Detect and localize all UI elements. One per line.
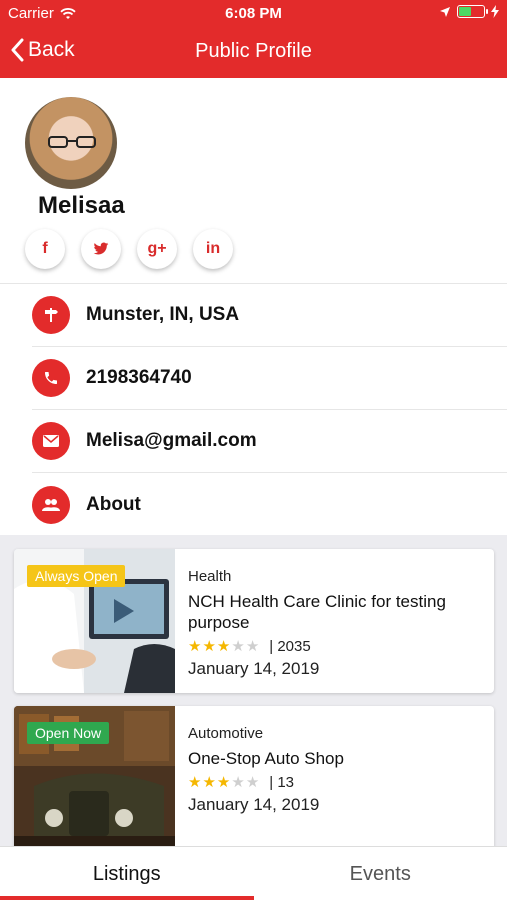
- star-icon: ★: [216, 638, 231, 655]
- contact-info: Munster, IN, USA 2198364740 Melisa@gmail…: [0, 283, 507, 535]
- phone-text: 2198364740: [86, 367, 192, 388]
- review-count: | 2035: [269, 637, 311, 655]
- listing-title: NCH Health Care Clinic for testing purpo…: [188, 592, 446, 632]
- facebook-icon: f: [42, 240, 48, 257]
- charging-icon: [491, 5, 499, 18]
- avatar-glasses: [48, 136, 96, 148]
- listing-card[interactable]: Open Now Automotive One-Stop Auto Shop ★…: [14, 706, 494, 846]
- listing-category: Automotive: [188, 725, 264, 742]
- social-links: f g+ in: [25, 229, 233, 269]
- email-row[interactable]: Melisa@gmail.com: [32, 410, 507, 473]
- star-icon: ★: [188, 638, 202, 655]
- review-count: | 13: [269, 773, 295, 791]
- about-row[interactable]: About: [32, 473, 507, 536]
- listings-list: Always Open Health NCH Health Care Clini…: [0, 535, 507, 846]
- twitter-button[interactable]: [81, 229, 121, 269]
- listing-image: Always Open: [14, 549, 175, 693]
- listing-category: Health: [188, 568, 232, 585]
- listing-title: One-Stop Auto Shop: [188, 749, 344, 768]
- location-arrow-icon: [440, 6, 450, 17]
- listing-rating-row: ★ ★ ★ ★ ★ | 2035: [188, 637, 484, 656]
- profile-name: Melisaa: [38, 192, 125, 219]
- listing-body: Health NCH Health Care Clinic for testin…: [188, 568, 484, 679]
- app-header: Carrier 6:08 PM Back Public Profile: [0, 0, 507, 78]
- phone-icon: [32, 359, 70, 397]
- listing-date: January 14, 2019: [188, 659, 320, 678]
- facebook-button[interactable]: f: [25, 229, 65, 269]
- location-text: Munster, IN, USA: [86, 304, 240, 325]
- status-right: [439, 5, 499, 18]
- listing-image: Open Now: [14, 706, 175, 846]
- envelope-icon: [32, 422, 70, 460]
- twitter-icon: [93, 242, 109, 255]
- nav-bar: Back Public Profile: [0, 28, 507, 78]
- battery-icon: [457, 5, 488, 18]
- location-row[interactable]: Munster, IN, USA: [32, 284, 507, 347]
- email-text: Melisa@gmail.com: [86, 430, 257, 451]
- profile-section: Melisaa f g+ in: [0, 78, 507, 283]
- listing-body: Automotive One-Stop Auto Shop ★ ★ ★ ★ ★ …: [188, 725, 484, 815]
- page-title: Public Profile: [195, 40, 312, 62]
- star-icon: ★: [202, 638, 216, 655]
- status-badge: Always Open: [27, 565, 126, 587]
- star-rating: ★ ★ ★ ★ ★: [188, 637, 259, 655]
- listing-rating-row: ★ ★ ★ ★ ★ | 13: [188, 773, 484, 792]
- listing-card[interactable]: Always Open Health NCH Health Care Clini…: [14, 549, 494, 693]
- star-icon: ★: [231, 774, 245, 791]
- avatar: [25, 97, 117, 189]
- star-icon: ★: [202, 774, 216, 791]
- listing-date: January 14, 2019: [188, 795, 320, 814]
- star-icon: ★: [188, 774, 202, 791]
- star-icon: ★: [245, 638, 260, 655]
- status-time: 6:08 PM: [225, 5, 282, 22]
- linkedin-button[interactable]: in: [193, 229, 233, 269]
- google-plus-icon: g+: [147, 240, 167, 257]
- status-bar: Carrier 6:08 PM: [0, 0, 507, 28]
- phone-row[interactable]: 2198364740: [32, 347, 507, 410]
- star-icon: ★: [245, 774, 260, 791]
- bottom-tabs: Listings Events: [0, 846, 507, 900]
- star-icon: ★: [216, 774, 231, 791]
- star-rating: ★ ★ ★ ★ ★: [188, 773, 259, 791]
- about-text: About: [86, 493, 141, 515]
- signpost-icon: [32, 296, 70, 334]
- tab-listings[interactable]: Listings: [0, 847, 254, 900]
- tab-events[interactable]: Events: [254, 847, 507, 900]
- google-plus-button[interactable]: g+: [137, 229, 177, 269]
- star-icon: ★: [231, 638, 245, 655]
- linkedin-icon: in: [205, 240, 221, 257]
- users-icon: [32, 485, 70, 524]
- status-badge: Open Now: [27, 722, 110, 744]
